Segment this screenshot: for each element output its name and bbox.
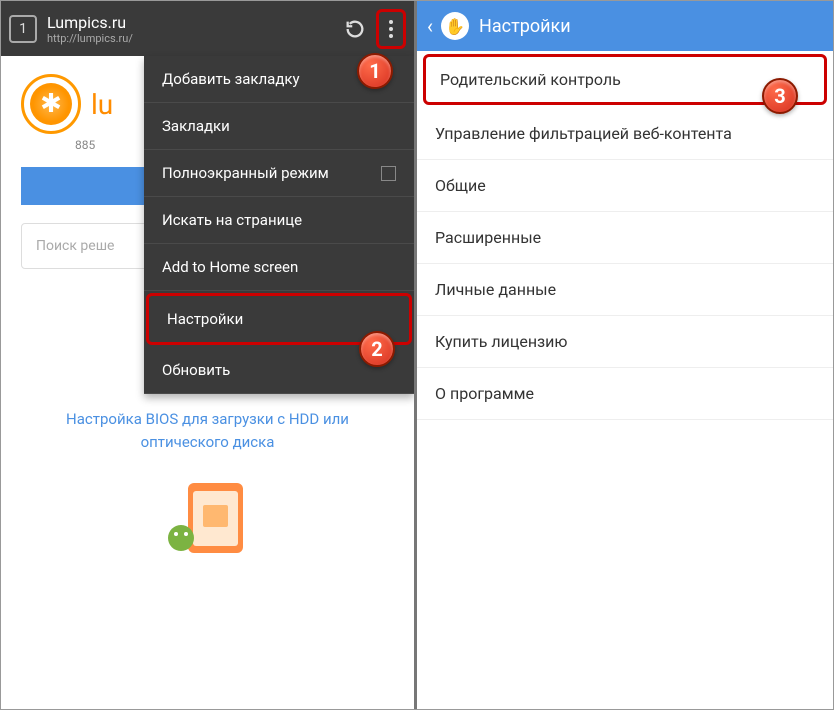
phone-icon (153, 483, 263, 553)
tab-count[interactable]: 1 (9, 15, 37, 43)
more-menu-button[interactable] (376, 9, 406, 49)
settings-about[interactable]: О программе (417, 368, 833, 420)
callout-badge-1: 1 (357, 53, 393, 89)
back-icon[interactable]: ‹ (427, 14, 433, 38)
menu-find[interactable]: Искать на странице (144, 197, 414, 244)
site-logo-icon (21, 74, 81, 134)
more-icon (389, 20, 393, 38)
reload-icon (344, 18, 366, 40)
menu-fullscreen-label: Полноэкранный режим (162, 164, 329, 182)
browser-header: 1 Lumpics.ru http://lumpics.ru/ (1, 1, 414, 56)
app-icon: ✋ (441, 12, 469, 40)
article-image-2 (1, 483, 414, 557)
settings-title: Настройки (479, 16, 571, 37)
menu-add-home[interactable]: Add to Home screen (144, 244, 414, 291)
settings-personal[interactable]: Личные данные (417, 264, 833, 316)
settings-web-filter[interactable]: Управление фильтрацией веб-контента (417, 108, 833, 160)
callout-badge-2: 2 (359, 331, 395, 367)
settings-buy-license[interactable]: Купить лицензию (417, 316, 833, 368)
page-title: Lumpics.ru (47, 13, 340, 32)
settings-advanced[interactable]: Расширенные (417, 212, 833, 264)
fullscreen-checkbox[interactable] (381, 166, 396, 181)
article-link[interactable]: Настройка BIOS для загрузки с HDD или оп… (1, 398, 414, 463)
reload-button[interactable] (340, 14, 370, 44)
menu-fullscreen[interactable]: Полноэкранный режим (144, 150, 414, 197)
site-name: lu (91, 88, 113, 121)
page-url: http://lumpics.ru/ (47, 32, 340, 45)
callout-badge-3: 3 (762, 78, 798, 114)
menu-bookmarks[interactable]: Закладки (144, 103, 414, 150)
settings-header: ‹ ✋ Настройки (417, 1, 833, 51)
url-bar[interactable]: Lumpics.ru http://lumpics.ru/ (47, 13, 340, 45)
settings-general[interactable]: Общие (417, 160, 833, 212)
browser-panel: 1 Lumpics.ru http://lumpics.ru/ lu 885 П… (1, 1, 417, 709)
